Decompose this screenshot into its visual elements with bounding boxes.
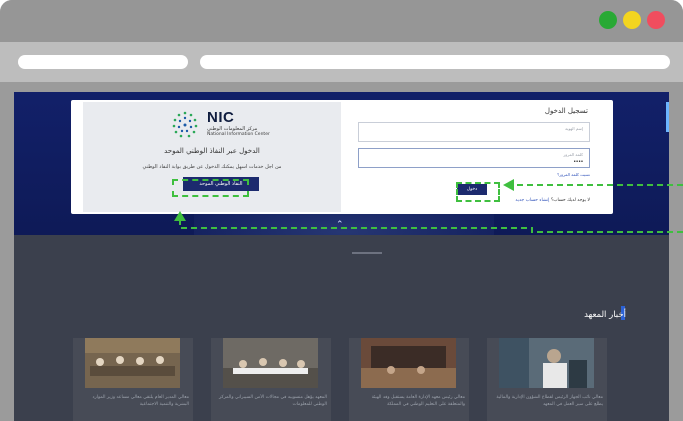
news-card[interactable]: معالي رئيس معهد الإدارة العامة يستقبل وف… <box>349 338 469 421</box>
address-bar[interactable] <box>200 55 670 69</box>
close-button[interactable] <box>647 11 665 29</box>
forgot-password-link[interactable]: نسيت كلمة المرور؟ <box>557 172 590 177</box>
browser-window: ⌃ NIC مركز المعلومات الوطني National Inf… <box>0 0 683 421</box>
window-titlebar <box>0 0 683 42</box>
login-modal: NIC مركز المعلومات الوطني National Infor… <box>71 100 613 214</box>
news-card-text: المعهد يؤهل منسوبيه في مجالات الأمن السي… <box>219 395 327 407</box>
highlight-nafath-button <box>172 179 249 197</box>
nic-logo: NIC مركز المعلومات الوطني National Infor… <box>169 109 279 141</box>
register-link[interactable]: إنشاء حساب جديد <box>515 198 549 203</box>
browser-toolbar <box>0 42 683 82</box>
scroll-indicator[interactable] <box>666 102 669 132</box>
highlight-login-button <box>456 182 500 202</box>
news-card-text: معالي المدير العام يلتقي معالي مساعد وزي… <box>92 395 189 407</box>
nic-logo-english: National Information Center <box>207 132 270 137</box>
news-image <box>499 338 594 388</box>
login-title: تسجيل الدخول <box>544 107 588 115</box>
nic-logo-icon <box>172 111 198 138</box>
password-value: •••• <box>573 159 583 165</box>
news-card[interactable]: المعهد يؤهل منسوبيه في مجالات الأمن السي… <box>211 338 331 421</box>
news-image <box>223 338 318 388</box>
username-placeholder: إسم الهوية <box>565 126 583 131</box>
slider-indicator[interactable] <box>352 252 382 254</box>
minimize-button[interactable] <box>623 11 641 29</box>
chevron-up-icon[interactable]: ⌃ <box>336 220 344 230</box>
username-input[interactable]: إسم الهوية <box>358 122 590 142</box>
tab-placeholder[interactable] <box>18 55 188 69</box>
news-section-title: أخبار المعهد <box>584 310 626 320</box>
news-image <box>85 338 180 388</box>
news-card-text: معالي رئيس معهد الإدارة العامة يستقبل وف… <box>371 395 465 407</box>
no-account-text: لا يوجد لديك حساب؟ <box>550 198 590 203</box>
page-viewport: ⌃ NIC مركز المعلومات الوطني National Inf… <box>14 92 669 421</box>
password-label: كلمة المرور <box>563 152 583 157</box>
news-card[interactable]: معالي نائب الجهاز الرئيس لقطاع الشؤون ال… <box>487 338 607 421</box>
nic-logo-text: NIC <box>207 109 235 126</box>
news-card[interactable]: معالي المدير العام يلتقي معالي مساعد وزي… <box>73 338 193 421</box>
nic-description: من اجل خدمات اسهل يمكنك الدخول عن طريق ب… <box>142 164 282 170</box>
news-card-text: معالي نائب الجهاز الرئيس لقطاع الشؤون ال… <box>496 395 603 407</box>
maximize-button[interactable] <box>599 11 617 29</box>
password-input[interactable]: كلمة المرور •••• <box>358 148 590 168</box>
register-prompt: لا يوجد لديك حساب؟ إنشاء حساب جديد <box>515 198 590 203</box>
nic-heading: الدخول عبر النفاذ الوطني الموحد <box>164 147 260 155</box>
news-image <box>361 338 456 388</box>
